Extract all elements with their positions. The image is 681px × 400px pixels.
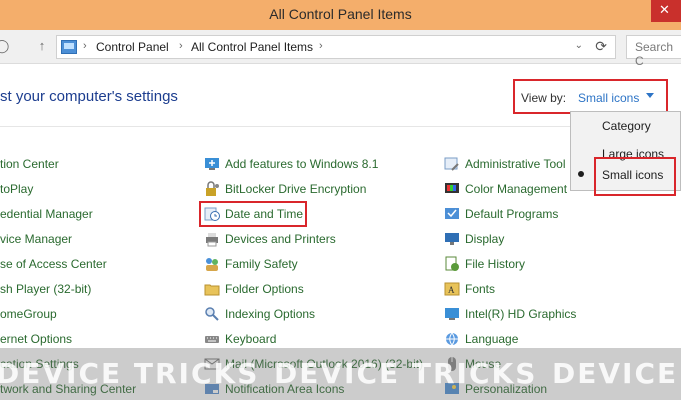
- item-label[interactable]: omeGroup: [0, 307, 57, 321]
- item-label[interactable]: Indexing Options: [225, 307, 315, 321]
- breadcrumb-control-panel[interactable]: Control Panel: [96, 40, 169, 54]
- back-icon[interactable]: ◯: [0, 38, 10, 54]
- close-icon: ✕: [659, 2, 670, 17]
- refresh-icon[interactable]: ⟳: [595, 38, 607, 55]
- up-arrow-icon[interactable]: ↑: [34, 38, 50, 54]
- control-panel-icon: [61, 40, 77, 54]
- intel-graphics-icon: [445, 308, 459, 320]
- watermark-text: DEVICE TRICKS: [274, 357, 538, 390]
- fonts-icon: A: [444, 282, 460, 296]
- view-by-value[interactable]: Small icons: [578, 91, 639, 105]
- title-bar: All Control Panel Items ✕: [0, 0, 681, 30]
- item-label[interactable]: Language: [465, 332, 518, 346]
- item-label[interactable]: ernet Options: [0, 332, 72, 346]
- chevron-down-icon[interactable]: [646, 93, 654, 98]
- item-label[interactable]: tion Center: [0, 157, 59, 171]
- watermark-text: DEVICE: [552, 357, 679, 390]
- color-management-icon: [445, 183, 459, 193]
- item-label[interactable]: Add features to Windows 8.1: [225, 157, 378, 171]
- menu-item-label[interactable]: Category: [602, 119, 651, 133]
- indexing-icon: [205, 307, 219, 321]
- item-label[interactable]: Family Safety: [225, 257, 298, 271]
- item-label[interactable]: Fonts: [465, 282, 495, 296]
- item-label[interactable]: sh Player (32-bit): [0, 282, 91, 296]
- search-placeholder: Search C: [635, 40, 674, 68]
- folder-icon: [204, 284, 220, 296]
- item-label[interactable]: Default Programs: [465, 207, 558, 221]
- view-by-label: View by:: [521, 91, 567, 105]
- printer-icon: [206, 233, 218, 247]
- item-label[interactable]: se of Access Center: [0, 257, 107, 271]
- item-label[interactable]: Devices and Printers: [225, 232, 336, 246]
- navigation-bar: ◯ ↑ › Control Panel › All Control Panel …: [0, 30, 681, 68]
- watermark-text: DEVICE TRICKS: [0, 357, 260, 390]
- bitlocker-icon: [206, 181, 219, 196]
- item-label[interactable]: toPlay: [0, 182, 33, 196]
- search-input[interactable]: Search C: [626, 35, 681, 68]
- watermark: DEVICE TRICKS DEVICE TRICKS DEVICE: [0, 348, 681, 400]
- date-time-highlight: [199, 201, 307, 227]
- breadcrumb-all-items[interactable]: All Control Panel Items: [191, 40, 313, 54]
- breadcrumb-separator-icon: ›: [319, 40, 323, 52]
- item-label[interactable]: edential Manager: [0, 207, 93, 221]
- breadcrumb-separator-icon: ›: [83, 40, 87, 52]
- page-title: st your computer's settings: [0, 88, 178, 105]
- svg-text:A: A: [448, 285, 455, 295]
- menu-item-category[interactable]: Category: [571, 115, 681, 137]
- language-icon: [446, 332, 458, 346]
- file-history-icon: [445, 256, 459, 271]
- address-dropdown-icon[interactable]: ⌄: [575, 40, 583, 51]
- item-label[interactable]: Keyboard: [225, 332, 276, 346]
- item-label[interactable]: BitLocker Drive Encryption: [225, 182, 366, 196]
- default-programs-icon: [445, 208, 459, 219]
- item-label[interactable]: Folder Options: [225, 282, 304, 296]
- item-label[interactable]: Administrative Tool: [465, 157, 566, 171]
- item-label[interactable]: Color Management: [465, 182, 567, 196]
- keyboard-icon: [205, 336, 219, 343]
- item-label[interactable]: File History: [465, 257, 525, 271]
- add-features-icon: [205, 158, 219, 170]
- window-title: All Control Panel Items: [269, 6, 412, 22]
- small-icons-highlight: [594, 157, 676, 196]
- selected-bullet-icon: [578, 171, 584, 177]
- breadcrumb-separator-icon: ›: [179, 40, 183, 52]
- address-bar[interactable]: › Control Panel › All Control Panel Item…: [56, 35, 616, 59]
- family-safety-icon: [206, 258, 218, 271]
- item-label[interactable]: Display: [465, 232, 504, 246]
- item-label[interactable]: Intel(R) HD Graphics: [465, 307, 576, 321]
- view-by-control[interactable]: View by: Small icons: [513, 79, 668, 114]
- display-icon: [445, 233, 459, 245]
- administrative-tools-icon: [444, 157, 459, 171]
- close-button[interactable]: ✕: [651, 0, 681, 22]
- item-label[interactable]: vice Manager: [0, 232, 72, 246]
